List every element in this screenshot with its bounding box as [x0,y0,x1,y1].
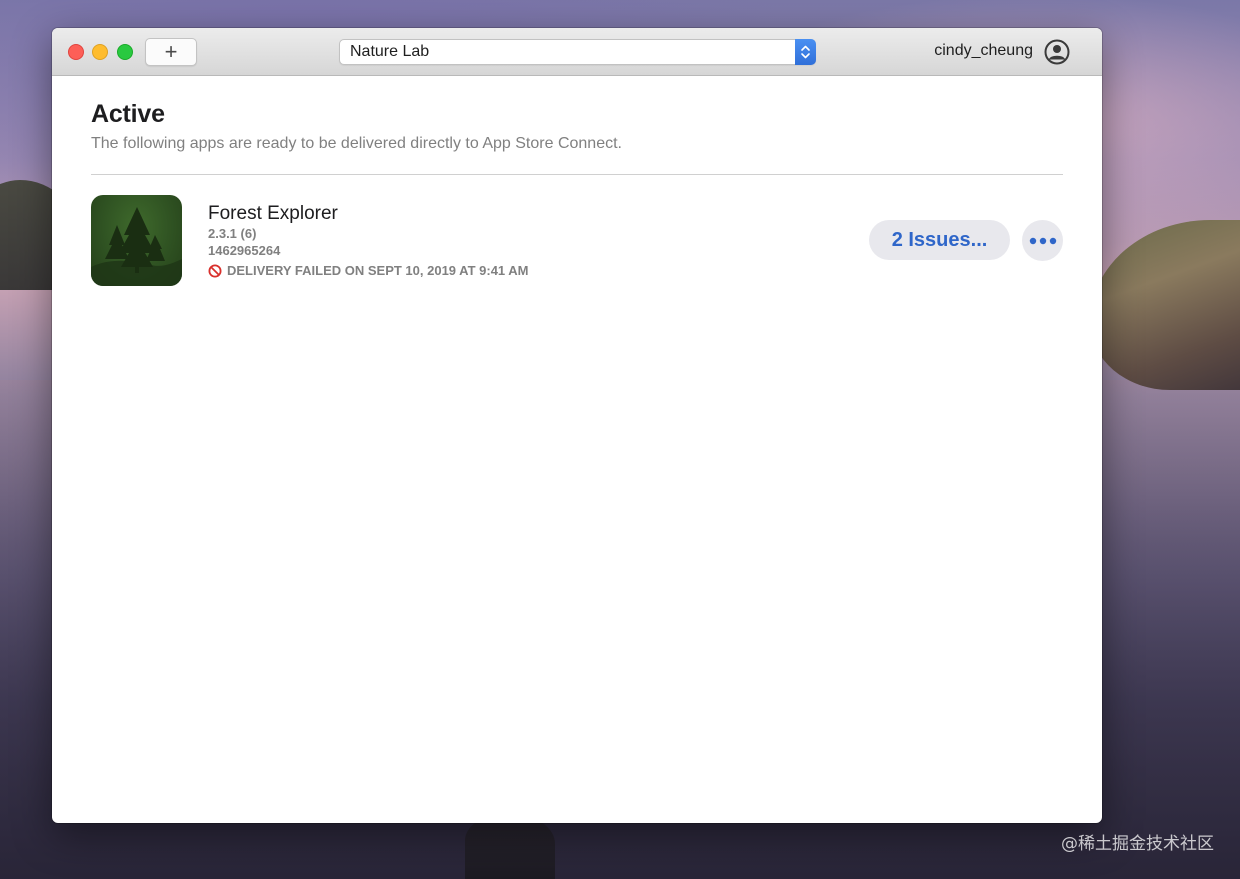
wallpaper-rocks [465,815,555,879]
minimize-window-button[interactable] [92,44,108,60]
desktop: + Nature Lab cindy_cheung Active The fol… [0,0,1240,879]
app-row[interactable]: Forest Explorer 2.3.1 (6) 1462965264 DEL… [91,175,1063,287]
team-selector[interactable]: Nature Lab [339,39,816,65]
close-window-button[interactable] [68,44,84,60]
watermark: @稀土掘金技术社区 [1061,834,1214,854]
account-username[interactable]: cindy_cheung [934,42,1033,60]
team-selector-value: Nature Lab [350,43,430,60]
issues-button[interactable]: 2 Issues... [869,220,1010,260]
app-name: Forest Explorer [208,203,338,224]
app-version: 2.3.1 (6) [208,226,257,241]
add-button[interactable]: + [145,38,197,66]
main-content: Active The following apps are ready to b… [91,75,1063,287]
app-id: 1462965264 [208,243,281,258]
delivery-status-text: DELIVERY FAILED ON SEPT 10, 2019 AT 9:41… [227,263,529,278]
more-options-button[interactable] [1022,220,1063,261]
forest-app-icon [91,195,182,286]
plus-icon: + [164,39,178,64]
app-window: + Nature Lab cindy_cheung Active The fol… [52,28,1102,823]
delivery-status: DELIVERY FAILED ON SEPT 10, 2019 AT 9:41… [208,263,529,278]
zoom-window-button[interactable] [117,44,133,60]
prohibited-icon [208,264,222,278]
chevron-up-down-icon [795,39,816,65]
wallpaper-cliff [1090,220,1240,390]
title-bar: + Nature Lab cindy_cheung [52,28,1102,76]
ellipsis-icon [1029,237,1056,244]
section-subtitle: The following apps are ready to be deliv… [91,135,622,152]
section-title: Active [91,100,165,128]
account-icon[interactable] [1044,39,1070,65]
